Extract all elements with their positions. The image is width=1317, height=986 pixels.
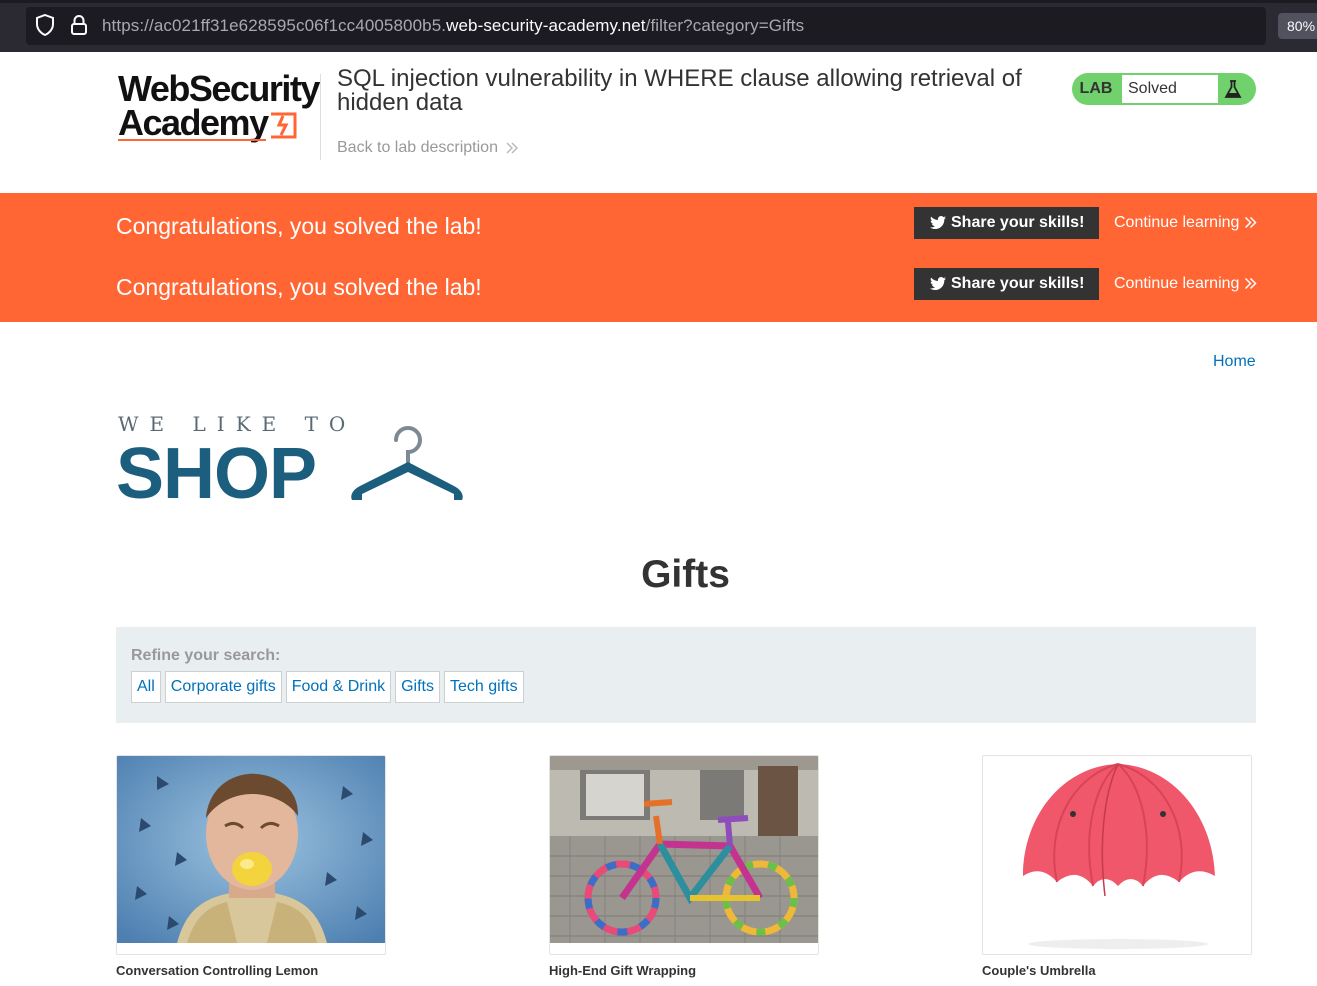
lab-status-label: LAB — [1079, 80, 1113, 97]
product-card[interactable]: High-End Gift Wrapping — [549, 755, 819, 978]
filter-tech-gifts[interactable]: Tech gifts — [443, 671, 524, 703]
product-name[interactable]: Conversation Controlling Lemon — [116, 963, 318, 978]
hanger-icon — [351, 426, 463, 500]
lab-status-widget: LAB Solved — [1072, 73, 1256, 105]
continue-learning-label: Continue learning — [1114, 275, 1240, 292]
back-to-lab-description-link[interactable]: Back to lab description — [337, 139, 519, 157]
url-prefix: https://ac021ff31e628595c06f1cc4005800b5… — [102, 16, 447, 35]
share-skills-label: Share your skills! — [951, 275, 1085, 292]
logo-line-2: Academy — [118, 102, 269, 143]
filter-gifts[interactable]: Gifts — [395, 671, 440, 703]
chevron-right-icon — [1244, 277, 1257, 290]
category-filters: All Corporate gifts Food & Drink Gifts T… — [131, 671, 524, 703]
logo-underline — [118, 139, 266, 141]
academy-logo-mark-icon — [271, 112, 297, 139]
product-name[interactable]: Couple's Umbrella — [982, 963, 1096, 978]
banner-row: Congratulations, you solved the lab! Sha… — [0, 207, 1317, 247]
twitter-bird-icon — [930, 216, 946, 229]
shield-icon[interactable] — [36, 14, 54, 36]
congratulations-message: Congratulations, you solved the lab! — [116, 213, 482, 239]
shop-logo-word: SHOP — [116, 434, 317, 514]
product-image[interactable] — [549, 755, 819, 955]
product-name[interactable]: High-End Gift Wrapping — [549, 963, 696, 978]
share-skills-label: Share your skills! — [951, 214, 1085, 231]
url-path: /filter?category=Gifts — [645, 16, 805, 35]
refine-search-label: Refine your search: — [131, 647, 281, 664]
share-skills-button[interactable]: Share your skills! — [914, 207, 1099, 239]
continue-learning-link[interactable]: Continue learning — [1114, 214, 1257, 232]
filter-corporate-gifts[interactable]: Corporate gifts — [164, 671, 282, 703]
header-divider — [320, 74, 321, 160]
back-link-label: Back to lab description — [337, 139, 498, 156]
web-security-academy-logo[interactable]: WebSecurity Academy — [118, 70, 320, 144]
zoom-level-button[interactable]: 80% — [1278, 13, 1317, 39]
twitter-bird-icon — [930, 277, 946, 290]
browser-top-border — [0, 0, 1317, 3]
lab-title: SQL injection vulnerability in WHERE cla… — [337, 65, 1022, 116]
product-image[interactable] — [982, 755, 1252, 955]
flask-icon — [1224, 80, 1242, 98]
page-heading: Gifts — [641, 553, 730, 596]
filter-all[interactable]: All — [131, 671, 161, 703]
url-host: web-security-academy.net — [446, 16, 646, 35]
browser-url-bar: https://ac021ff31e628595c06f1cc4005800b5… — [0, 0, 1317, 52]
congratulations-message: Congratulations, you solved the lab! — [116, 274, 482, 300]
share-skills-button[interactable]: Share your skills! — [914, 268, 1099, 300]
lab-solved-banner: Congratulations, you solved the lab! Sha… — [0, 193, 1317, 322]
academy-header: WebSecurity Academy SQL injection vulner… — [0, 52, 1317, 193]
shop-logo: WE LIKE TO SHOP — [116, 410, 476, 514]
shop-logo-tagline: WE LIKE TO — [118, 412, 357, 436]
continue-learning-label: Continue learning — [1114, 214, 1240, 231]
lock-icon[interactable] — [70, 14, 88, 36]
url-text[interactable]: https://ac021ff31e628595c06f1cc4005800b5… — [102, 16, 804, 36]
product-card[interactable]: Conversation Controlling Lemon — [116, 755, 386, 978]
product-card[interactable]: Couple's Umbrella — [982, 755, 1252, 978]
chevron-right-icon — [506, 142, 519, 154]
chevron-right-icon — [1244, 216, 1257, 229]
product-image[interactable] — [116, 755, 386, 955]
banner-row: Congratulations, you solved the lab! Sha… — [0, 268, 1317, 308]
home-link[interactable]: Home — [1213, 353, 1256, 371]
filter-food-drink[interactable]: Food & Drink — [285, 671, 392, 703]
lab-status-value: Solved — [1122, 75, 1218, 103]
continue-learning-link[interactable]: Continue learning — [1114, 275, 1257, 293]
filter-panel: Refine your search: All Corporate gifts … — [116, 627, 1256, 723]
